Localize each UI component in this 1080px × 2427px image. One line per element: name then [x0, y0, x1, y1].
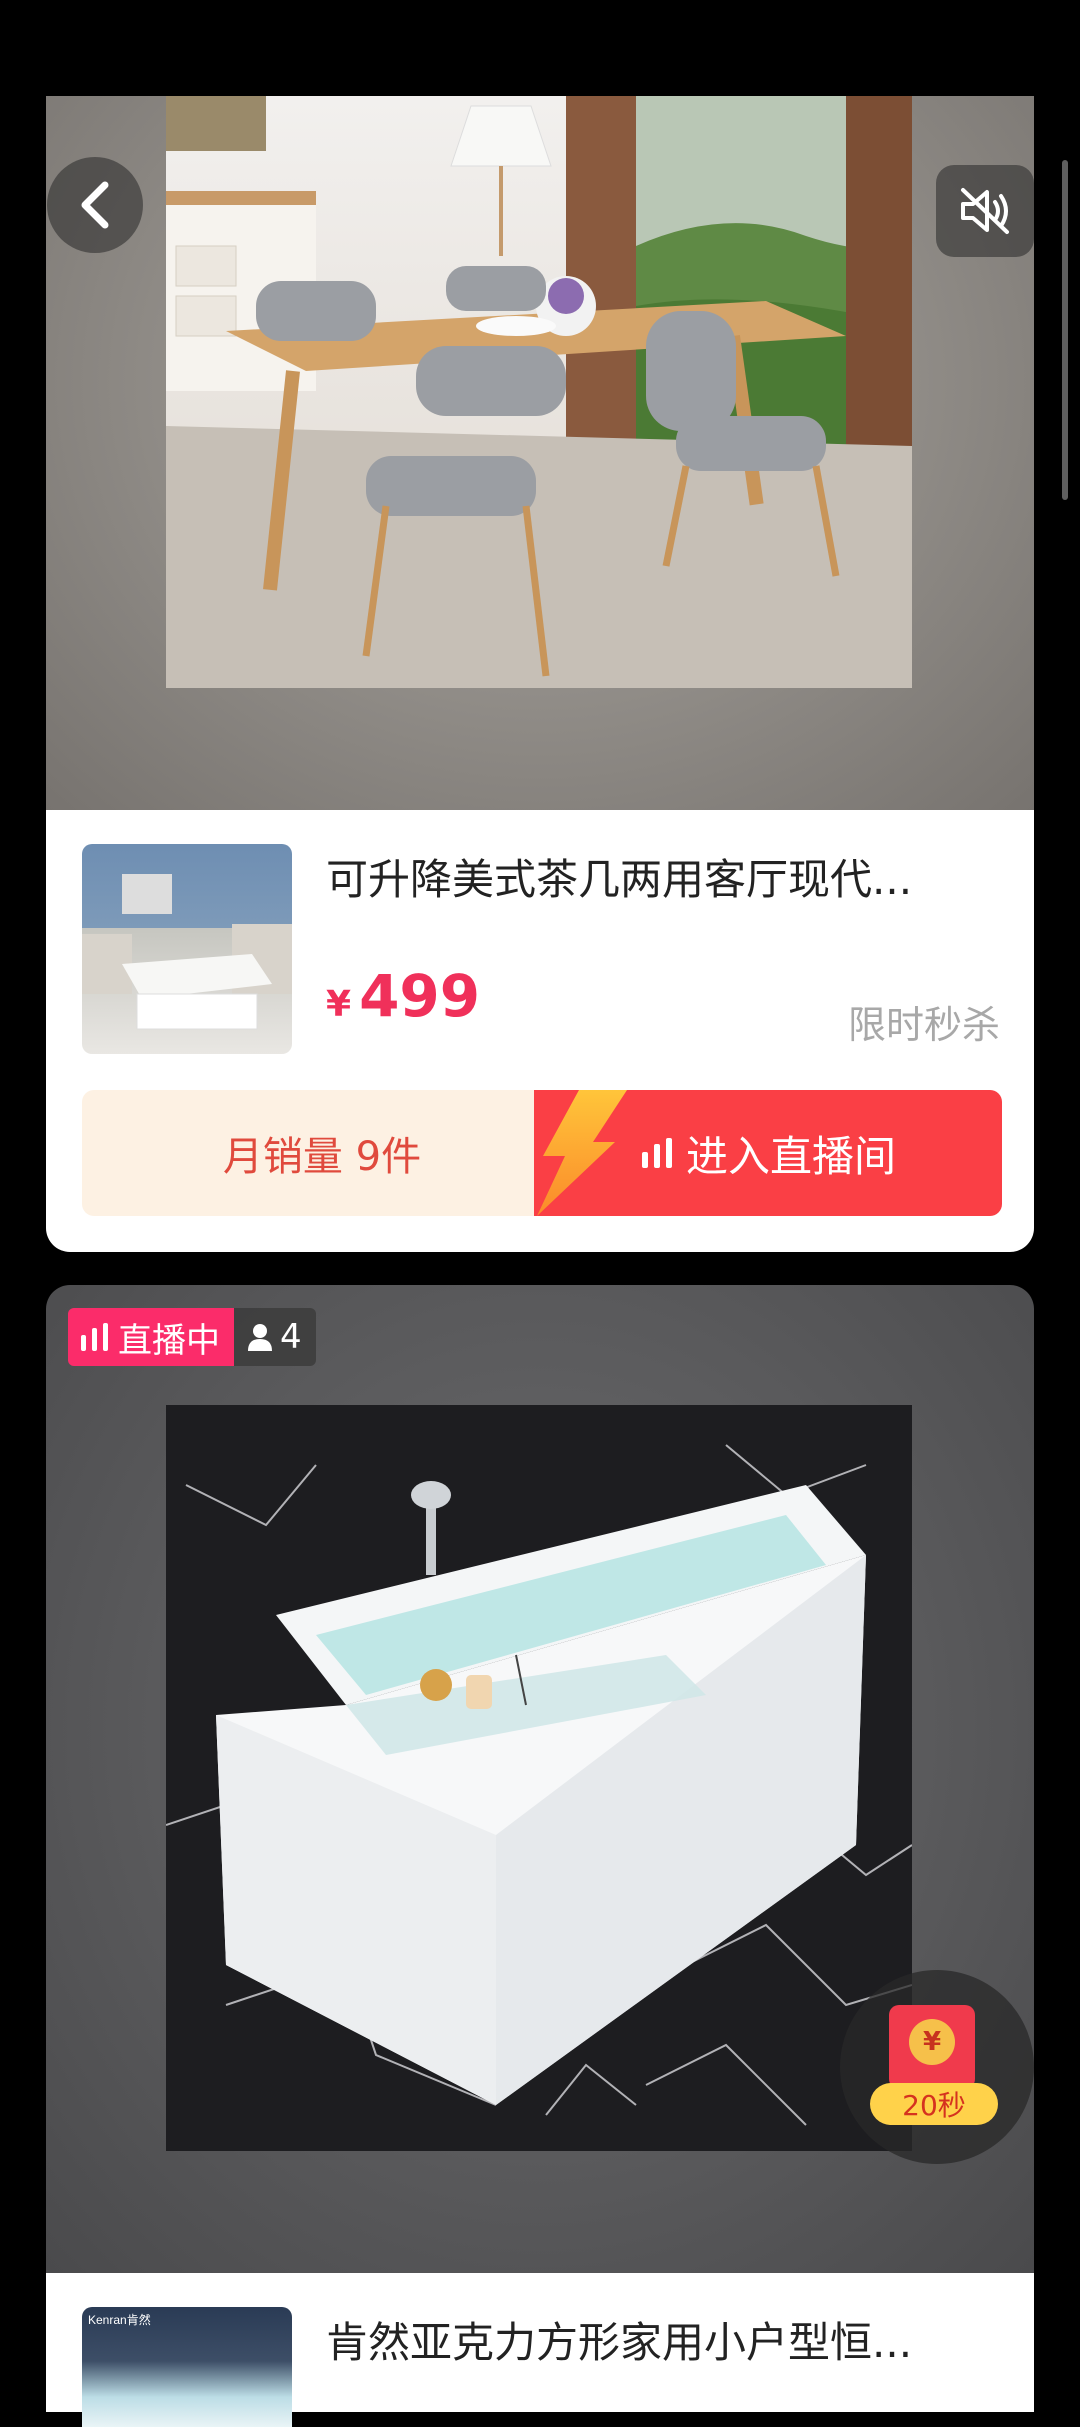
- product-thumbnail-1[interactable]: [82, 844, 292, 1054]
- product-title-1[interactable]: 可升降美式茶几两用客厅现代...: [326, 846, 986, 907]
- live-status-label: 直播中: [118, 1320, 220, 1361]
- red-packet-timer: 20秒: [870, 2083, 998, 2125]
- product-thumbnail-2[interactable]: Kenran肯然: [82, 2307, 292, 2427]
- red-packet-button[interactable]: ¥ 20秒: [840, 1970, 1034, 2164]
- product-video-1[interactable]: [46, 96, 1034, 810]
- price-currency: ¥: [326, 984, 352, 1025]
- price: ¥499: [326, 962, 480, 1030]
- monthly-sales: 月销量 9件: [222, 1134, 422, 1180]
- mute-button[interactable]: [936, 165, 1034, 257]
- dining-set-photo: [166, 96, 912, 688]
- back-arrow-icon: [81, 181, 109, 229]
- bathtub-photo: [166, 1405, 912, 2151]
- live-bars-icon: [81, 1323, 108, 1351]
- product-card-1[interactable]: 可升降美式茶几两用客厅现代... ¥499 限时秒杀 月销量 9件 进入直播间: [46, 810, 1034, 1252]
- back-button[interactable]: [47, 157, 143, 253]
- thumbnail-brand-label: Kenran肯然: [88, 2313, 151, 2327]
- cta-bar[interactable]: 月销量 9件 进入直播间: [82, 1090, 1002, 1216]
- flash-sale-tag: 限时秒杀: [847, 1003, 1000, 1047]
- red-packet-coin: ¥: [909, 2019, 955, 2065]
- live-bars-icon: [641, 1138, 672, 1168]
- enter-live-room-label: 进入直播间: [685, 1131, 896, 1181]
- viewer-count: 4: [280, 1317, 302, 1357]
- red-packet-icon: ¥: [889, 2005, 975, 2089]
- mute-icon: [961, 188, 1009, 234]
- product-card-2[interactable]: Kenran肯然 肯然亚克力方形家用小户型恒...: [46, 2273, 1034, 2427]
- scroll-indicator[interactable]: [1062, 160, 1068, 500]
- product-title-2[interactable]: 肯然亚克力方形家用小户型恒...: [326, 2309, 986, 2370]
- live-status-badge: 直播中 4: [68, 1308, 316, 1366]
- person-icon: [248, 1324, 272, 1351]
- price-value: 499: [359, 962, 481, 1030]
- lightning-icon: [537, 1090, 627, 1216]
